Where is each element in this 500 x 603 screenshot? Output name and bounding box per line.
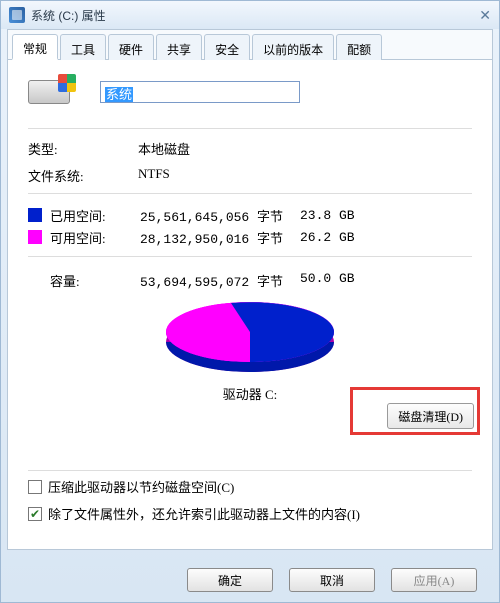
- drive-large-icon: [28, 74, 76, 110]
- checkbox-group: 压缩此驱动器以节约磁盘空间(C) ✔ 除了文件属性外，还允许索引此驱动器上文件的…: [28, 469, 472, 531]
- used-label: 已用空间:: [50, 206, 140, 225]
- type-value: 本地磁盘: [138, 139, 472, 158]
- ok-button[interactable]: 确定: [187, 568, 273, 592]
- dialog-body: 常规 工具 硬件 共享 安全 以前的版本 配额 系统: [7, 29, 493, 550]
- tab-general[interactable]: 常规: [12, 34, 58, 60]
- free-label: 可用空间:: [50, 228, 140, 247]
- drive-icon: [9, 7, 25, 23]
- window-title: 系统 (C:) 属性: [31, 7, 106, 24]
- titlebar[interactable]: 系统 (C:) 属性 ✕: [1, 1, 499, 29]
- dialog-buttons: 确定 取消 应用(A): [1, 568, 499, 592]
- used-gb: 23.8 GB: [300, 208, 390, 223]
- capacity-row: 容量: 53,694,595,072 字节 50.0 GB: [28, 271, 472, 290]
- used-bytes: 25,561,645,056 字节: [140, 206, 300, 225]
- compress-label: 压缩此驱动器以节约磁盘空间(C): [48, 477, 234, 496]
- fs-label: 文件系统:: [28, 166, 138, 185]
- cancel-button[interactable]: 取消: [289, 568, 375, 592]
- tab-security[interactable]: 安全: [204, 34, 250, 60]
- close-icon[interactable]: ✕: [479, 7, 491, 24]
- tab-strip: 常规 工具 硬件 共享 安全 以前的版本 配额: [8, 30, 492, 60]
- used-swatch: [28, 208, 42, 222]
- index-checkbox[interactable]: ✔: [28, 507, 42, 521]
- drive-name-selected: 系统: [105, 87, 133, 102]
- tab-hardware[interactable]: 硬件: [108, 34, 154, 60]
- type-filesystem-grid: 类型: 本地磁盘 文件系统: NTFS: [28, 139, 472, 185]
- separator: [28, 193, 472, 194]
- tab-previous-versions[interactable]: 以前的版本: [252, 34, 334, 60]
- capacity-label: 容量:: [28, 271, 140, 290]
- tab-general-body: 系统 类型: 本地磁盘 文件系统: NTFS 已用空间: 25,561,645,…: [8, 60, 492, 549]
- fs-value: NTFS: [138, 166, 472, 185]
- type-label: 类型:: [28, 139, 138, 158]
- capacity-bytes: 53,694,595,072 字节: [140, 271, 300, 290]
- drive-name-input[interactable]: 系统: [100, 81, 300, 103]
- tab-quota[interactable]: 配额: [336, 34, 382, 60]
- properties-window: 系统 (C:) 属性 ✕ 常规 工具 硬件 共享 安全 以前的版本 配额 系统: [0, 0, 500, 603]
- apply-button[interactable]: 应用(A): [391, 568, 477, 592]
- free-bytes: 28,132,950,016 字节: [140, 228, 300, 247]
- capacity-gb: 50.0 GB: [300, 271, 390, 290]
- compress-checkbox[interactable]: [28, 480, 42, 494]
- tab-tools[interactable]: 工具: [60, 34, 106, 60]
- used-space-row: 已用空间: 25,561,645,056 字节 23.8 GB: [28, 204, 472, 226]
- free-space-row: 可用空间: 28,132,950,016 字节 26.2 GB: [28, 226, 472, 248]
- windows-logo-icon: [58, 74, 76, 92]
- free-swatch: [28, 230, 42, 244]
- separator: [28, 256, 472, 257]
- disk-cleanup-button[interactable]: 磁盘清理(D): [387, 403, 474, 429]
- tab-sharing[interactable]: 共享: [156, 34, 202, 60]
- index-label: 除了文件属性外，还允许索引此驱动器上文件的内容(I): [48, 504, 360, 523]
- separator: [28, 128, 472, 129]
- free-gb: 26.2 GB: [300, 230, 390, 245]
